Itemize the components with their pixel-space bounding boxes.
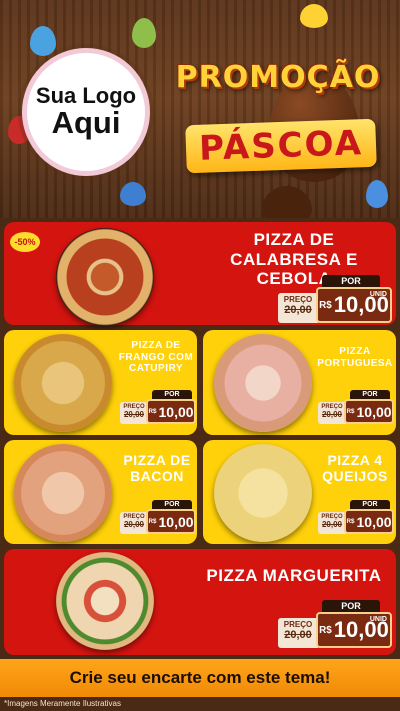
pizza-image-bacon (14, 444, 112, 542)
currency-label: R$ (319, 624, 332, 636)
footnote: *Imagens Meramente Ilustrativas (4, 699, 121, 708)
logo-text-line2: Aqui (51, 105, 121, 141)
old-price: 20,00 (123, 410, 145, 419)
new-price: R$ 10,00 UNID (316, 287, 392, 323)
new-price: R$ 10,00 (146, 399, 196, 424)
easter-egg-blue (120, 182, 146, 206)
pizza-image-calabresa (56, 228, 154, 326)
old-price-tag: PREÇO 20,00 (278, 293, 318, 323)
unit-label: UNID (369, 291, 387, 298)
easter-egg-blue (366, 180, 388, 208)
new-price-value: 10,00 (158, 403, 194, 420)
por-label: POR (350, 500, 390, 509)
header-banner: Sua Logo Aqui PROMOÇÃO PÁSCOA (0, 0, 400, 218)
price-box: POR PREÇO 20,00 R$ 10,00 (318, 500, 394, 534)
product-name: PIZZA 4 QUEIJOS (322, 452, 388, 485)
old-price: 20,00 (123, 520, 145, 529)
old-price-tag: PREÇO 20,00 (278, 618, 318, 648)
logo-text-line1: Sua Logo (35, 83, 137, 109)
product-name: PIZZA PORTUGUESA (317, 346, 393, 369)
logo-placeholder: Sua Logo Aqui (22, 48, 150, 176)
promo-title: PROMOÇÃO (175, 60, 381, 95)
new-price: R$ 10,00 (344, 399, 394, 424)
new-price: R$ 10,00 UNID (316, 612, 392, 648)
new-price: R$ 10,00 (344, 509, 394, 534)
product-name: PIZZA DE FRANGO COM CATUPIRY (118, 340, 194, 374)
por-label: POR (152, 500, 192, 509)
cta-banner[interactable]: Crie seu encarte com este tema! (0, 659, 400, 697)
price-box: POR PREÇO 20,00 R$ 10,00 (120, 390, 196, 424)
new-price-value: 10,00 (356, 403, 392, 420)
product-name: PIZZA MARGUERITA (206, 566, 382, 585)
preco-label: PREÇO (283, 620, 313, 629)
currency-label: R$ (148, 518, 157, 525)
discount-badge: -50% (10, 232, 40, 252)
por-label: POR (350, 390, 390, 399)
new-price-value: 10,00 (356, 513, 392, 530)
price-box: POR PREÇO 20,00 R$ 10,00 (318, 390, 394, 424)
price-box: POR PREÇO 20,00 R$ 10,00 UNID (278, 275, 392, 323)
new-price-value: 10,00 (158, 513, 194, 530)
por-label: POR (322, 600, 380, 612)
old-price: 20,00 (284, 304, 312, 316)
product-name: PIZZA DE BACON (123, 452, 191, 485)
old-price-tag: PREÇO 20,00 (120, 402, 148, 424)
old-price: 20,00 (321, 410, 343, 419)
currency-label: R$ (346, 408, 355, 415)
currency-label: R$ (148, 408, 157, 415)
old-price-tag: PREÇO 20,00 (318, 512, 346, 534)
pizza-image-4queijos (214, 444, 312, 542)
pizza-image-portuguesa (214, 334, 312, 432)
unit-label: UNID (369, 616, 387, 623)
currency-label: R$ (346, 518, 355, 525)
old-price: 20,00 (321, 520, 343, 529)
easter-egg-yellow (300, 4, 328, 28)
por-label: POR (152, 390, 192, 399)
easter-egg-green (132, 18, 156, 48)
pizza-image-marguerita (56, 552, 154, 650)
easter-egg-blue (30, 26, 56, 56)
currency-label: R$ (319, 299, 332, 311)
price-box: POR PREÇO 20,00 R$ 10,00 UNID (278, 600, 392, 648)
price-box: POR PREÇO 20,00 R$ 10,00 (120, 500, 196, 534)
old-price-tag: PREÇO 20,00 (318, 402, 346, 424)
pizza-image-frango (14, 334, 112, 432)
chocolate-egg (262, 186, 312, 218)
preco-label: PREÇO (283, 295, 313, 304)
new-price: R$ 10,00 (146, 509, 196, 534)
por-label: POR (322, 275, 380, 287)
old-price: 20,00 (284, 629, 312, 641)
old-price-tag: PREÇO 20,00 (120, 512, 148, 534)
promo-subtitle: PÁSCOA (185, 118, 377, 174)
